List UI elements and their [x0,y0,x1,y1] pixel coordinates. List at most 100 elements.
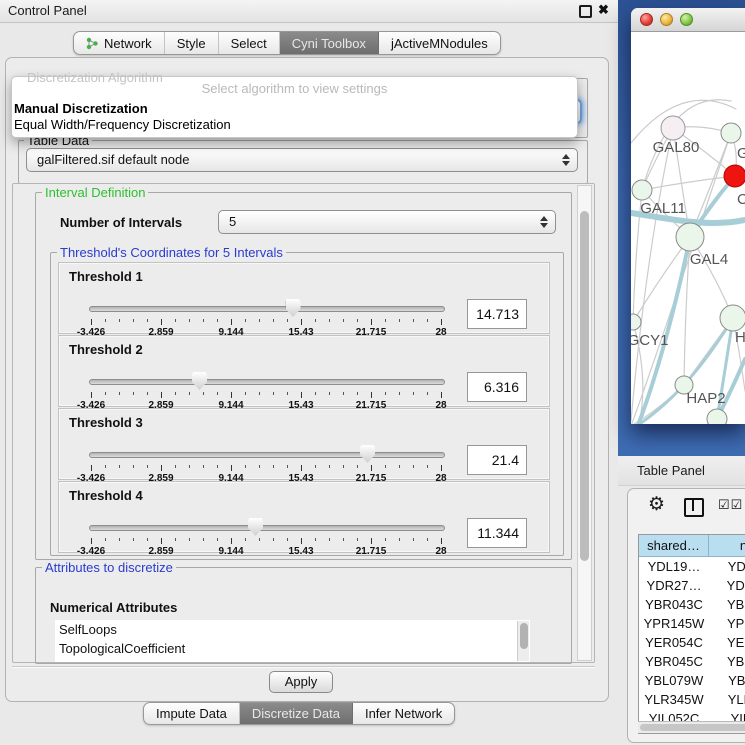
node-node-red[interactable] [724,165,745,187]
bottom-tab-impute-data[interactable]: Impute Data [144,703,240,724]
tick [273,319,274,322]
threshold-1-panel: Threshold 1 -3.4262.8599.14415.4321.71528… [58,262,550,334]
tick [217,319,218,322]
threshold-3-slider-thumb[interactable] [360,445,375,463]
tick [441,392,442,398]
tab-network[interactable]: Network [74,32,165,54]
zoom-traffic-light-icon[interactable] [680,13,693,26]
scrollbar-thumb[interactable] [640,724,745,731]
node-GCY1[interactable] [631,314,641,330]
tick [161,392,162,398]
tab-label: Discretize Data [252,706,340,721]
table-cell: YBL0 [709,671,745,690]
apply-button[interactable]: Apply [269,671,333,693]
tab-select[interactable]: Select [219,32,280,54]
column-header-shared-[interactable]: shared… [639,535,709,557]
column-header-n[interactable]: n [709,535,745,557]
tick [245,538,246,541]
tick [119,538,120,541]
tick [133,465,134,468]
tick [91,538,92,544]
number-of-intervals-combo[interactable]: 5 [218,210,556,234]
node-node-right-top[interactable] [721,123,741,143]
table-row[interactable]: YDR27…YDR2 [639,576,745,595]
list-item-betweennesscentrality[interactable]: BetweennessCentrality [55,658,530,662]
table-row[interactable]: YER054CYER0 [639,633,745,652]
threshold-coordinates-label: Threshold's Coordinates for 5 Intervals [57,245,286,260]
table-row[interactable]: YLR345WYLR3 [639,690,745,709]
tick [399,465,400,468]
list-scrollbar[interactable] [517,621,529,661]
table-horizontal-scrollbar[interactable] [638,721,745,733]
table-cell: YBR045C [639,652,709,671]
tick [217,465,218,468]
tick-label: 9.144 [218,546,243,557]
float-window-icon[interactable] [579,5,592,18]
threshold-title: Threshold 1 [69,269,143,284]
table-panel: ⚙ ☑☑ shared…n YDL19…YDL1YDR27…YDR2YBR043… [627,488,745,743]
bottom-tab-infer-network[interactable]: Infer Network [353,703,454,724]
dropdown-item-equal-width-frequency-discretization[interactable]: Equal Width/Frequency Discretization [12,117,577,133]
node-GAL11[interactable] [632,180,652,200]
tab-style[interactable]: Style [165,32,219,54]
threshold-2-slider-thumb[interactable] [192,372,207,390]
table-row[interactable]: YBR045CYBR0 [639,652,745,671]
close-traffic-light-icon[interactable] [640,13,653,26]
threshold-4-slider[interactable]: -3.4262.8599.14415.4321.71528 [89,518,445,552]
tick [231,319,232,325]
close-icon[interactable]: ✖ [598,2,609,18]
threshold-1-slider[interactable]: -3.4262.8599.14415.4321.71528 [89,299,445,333]
minimize-traffic-light-icon[interactable] [660,13,673,26]
checkbox-icons[interactable]: ☑☑ [718,497,743,513]
node-node-H[interactable] [720,305,745,331]
dropdown-item-manual-discretization[interactable]: Manual Discretization [12,101,577,117]
threshold-4-slider-thumb[interactable] [248,518,263,536]
threshold-3-slider[interactable]: -3.4262.8599.14415.4321.71528 [89,445,445,479]
tick [287,319,288,322]
control-panel-title: Control Panel [8,3,87,18]
tick [161,465,162,471]
scrollbar-thumb[interactable] [580,211,589,561]
table-row[interactable]: YPR145WYPR1 [639,614,745,633]
tick [287,465,288,468]
node-node-bottom[interactable] [707,409,727,424]
tick [147,392,148,395]
numerical-attributes-list[interactable]: SelfLoopsTopologicalCoefficientBetweenne… [55,620,530,662]
tick [259,319,260,322]
list-item-selfloops[interactable]: SelfLoops [55,620,530,639]
tick [119,465,120,468]
tick [371,465,372,471]
tick [147,538,148,541]
node-GAL4[interactable] [676,223,704,251]
scrollbar-thumb[interactable] [520,623,528,649]
list-item-topologicalcoefficient[interactable]: TopologicalCoefficient [55,639,530,658]
bottom-tab-discretize-data[interactable]: Discretize Data [240,703,353,724]
gear-icon[interactable]: ⚙ [648,495,665,514]
threshold-2-slider[interactable]: -3.4262.8599.14415.4321.71528 [89,372,445,406]
threshold-4-value-field[interactable]: 11.344 [467,518,527,548]
columns-icon[interactable] [684,498,704,517]
tick [315,319,316,322]
slider-track [89,379,445,385]
table-row[interactable]: YBR043CYBR0 [639,595,745,614]
number-of-intervals-value: 5 [229,214,236,229]
tab-cyni-toolbox[interactable]: Cyni Toolbox [280,32,379,54]
table-row[interactable]: YDL19…YDL1 [639,557,745,576]
threshold-2-value-field[interactable]: 6.316 [467,372,527,402]
node-GAL80[interactable] [661,116,685,140]
tick [413,538,414,541]
network-window-titlebar[interactable] [631,8,745,32]
settings-scrollbar[interactable] [577,185,592,661]
network-canvas[interactable]: GAL80GCGAL11GAL4GCY1HHAP2 [631,31,745,424]
tick-label: 2.859 [148,546,173,557]
threshold-1-slider-thumb[interactable] [286,299,301,317]
tab-jactivemnodules[interactable]: jActiveMNodules [379,32,500,54]
threshold-1-value-field[interactable]: 14.713 [467,299,527,329]
table-data-combo[interactable]: galFiltered.sif default node [26,148,578,172]
attributes-label: Attributes to discretize [42,560,176,575]
table-row[interactable]: YBL079WYBL0 [639,671,745,690]
tick [385,319,386,322]
tick [413,319,414,322]
tick [357,392,358,395]
threshold-3-value-field[interactable]: 21.4 [467,445,527,475]
